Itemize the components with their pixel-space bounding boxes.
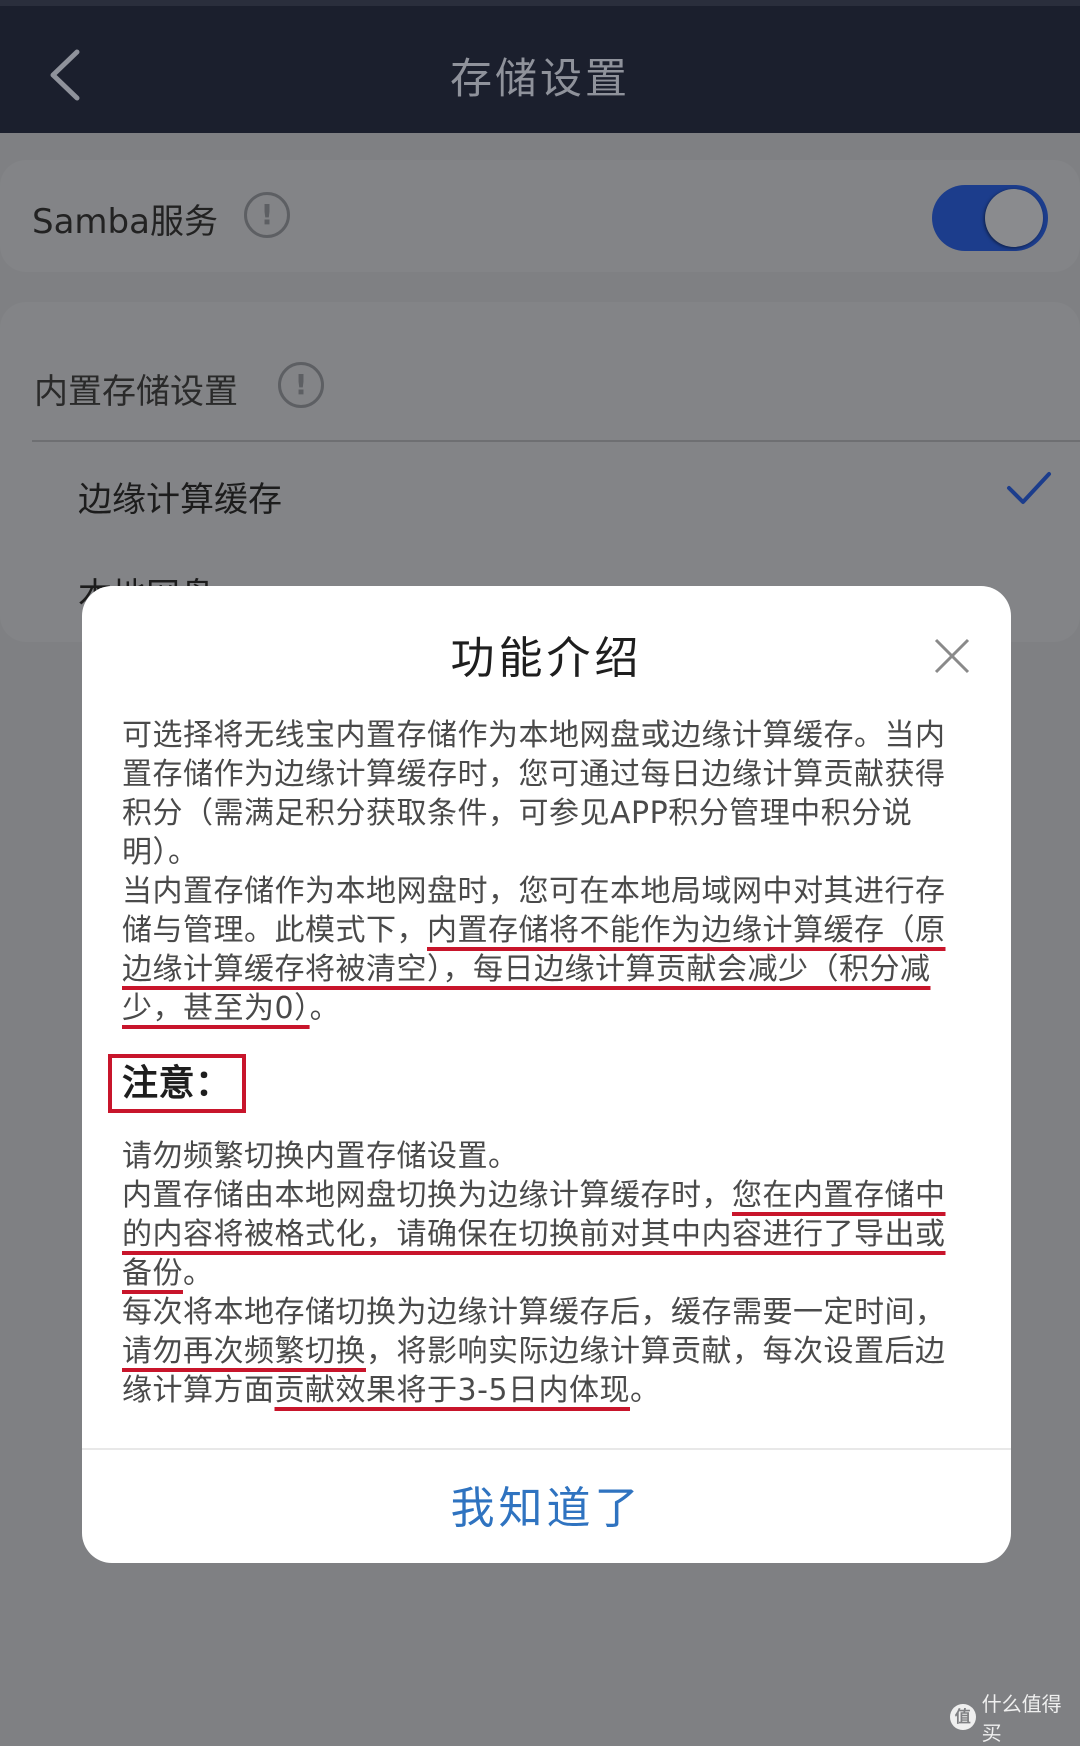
samba-label: Samba服务 xyxy=(32,202,218,242)
period: 。 xyxy=(630,1373,661,1408)
note-paragraph-3: 每次将本地存储切换为边缘计算缓存后，缓存需要一定时间，请勿再次频繁切换，将影响实… xyxy=(122,1293,972,1410)
period: 。 xyxy=(309,991,341,1026)
note-paragraph-2: 内置存储由本地网盘切换为边缘计算缓存时，您在内置存储中的内容将被格式化，请确保在… xyxy=(122,1176,972,1293)
status-bar xyxy=(0,0,1080,6)
confirm-button[interactable]: 我知道了 xyxy=(82,1450,1011,1563)
note-label: 注意： xyxy=(108,1054,246,1113)
samba-toggle[interactable] xyxy=(932,185,1048,251)
toggle-knob xyxy=(985,189,1043,247)
note-text: 每次将本地存储切换为边缘计算缓存后，缓存需要一定时间， xyxy=(122,1295,946,1330)
warning-underlined-text: 贡献效果将于3-5日内体现 xyxy=(274,1373,630,1408)
watermark-text: 什么值得买 xyxy=(981,1692,1062,1745)
checkmark-icon xyxy=(1007,472,1051,504)
note-text: 内置存储由本地网盘切换为边缘计算缓存时， xyxy=(122,1178,732,1213)
samba-card: Samba服务 ! xyxy=(0,160,1080,272)
close-button[interactable] xyxy=(922,626,982,686)
storage-heading: 内置存储设置 xyxy=(34,372,238,412)
watermark: 值 什么值得买 xyxy=(950,1688,1080,1746)
period: 。 xyxy=(183,1256,214,1291)
intro-paragraph-1: 可选择将无线宝内置存储作为本地网盘或边缘计算缓存。当内置存储作为边缘计算缓存时，… xyxy=(122,718,946,870)
divider xyxy=(32,440,1080,442)
app-header: 存储设置 xyxy=(0,0,1080,133)
page-title: 存储设置 xyxy=(449,54,630,103)
dialog-body: 可选择将无线宝内置存储作为本地网盘或边缘计算缓存。当内置存储作为边缘计算缓存时，… xyxy=(108,716,972,1410)
close-icon xyxy=(934,638,970,674)
note-paragraph-1: 请勿频繁切换内置存储设置。 xyxy=(122,1139,519,1174)
warning-underlined-text: 请勿再次频繁切换 xyxy=(122,1334,366,1369)
watermark-logo-icon: 值 xyxy=(950,1704,976,1730)
option-edge-cache[interactable]: 边缘计算缓存 xyxy=(78,472,282,521)
feature-intro-dialog: 功能介绍 可选择将无线宝内置存储作为本地网盘或边缘计算缓存。当内置存储作为边缘计… xyxy=(82,586,1011,1563)
info-icon[interactable]: ! xyxy=(278,362,324,408)
info-icon[interactable]: ! xyxy=(244,192,290,238)
dialog-title: 功能介绍 xyxy=(450,633,643,684)
dialog-footer: 我知道了 xyxy=(82,1448,1011,1563)
intro-paragraph-2: 当内置存储作为本地网盘时，您可在本地局域网中对其进行存储与管理。此模式下，内置存… xyxy=(122,872,972,1028)
